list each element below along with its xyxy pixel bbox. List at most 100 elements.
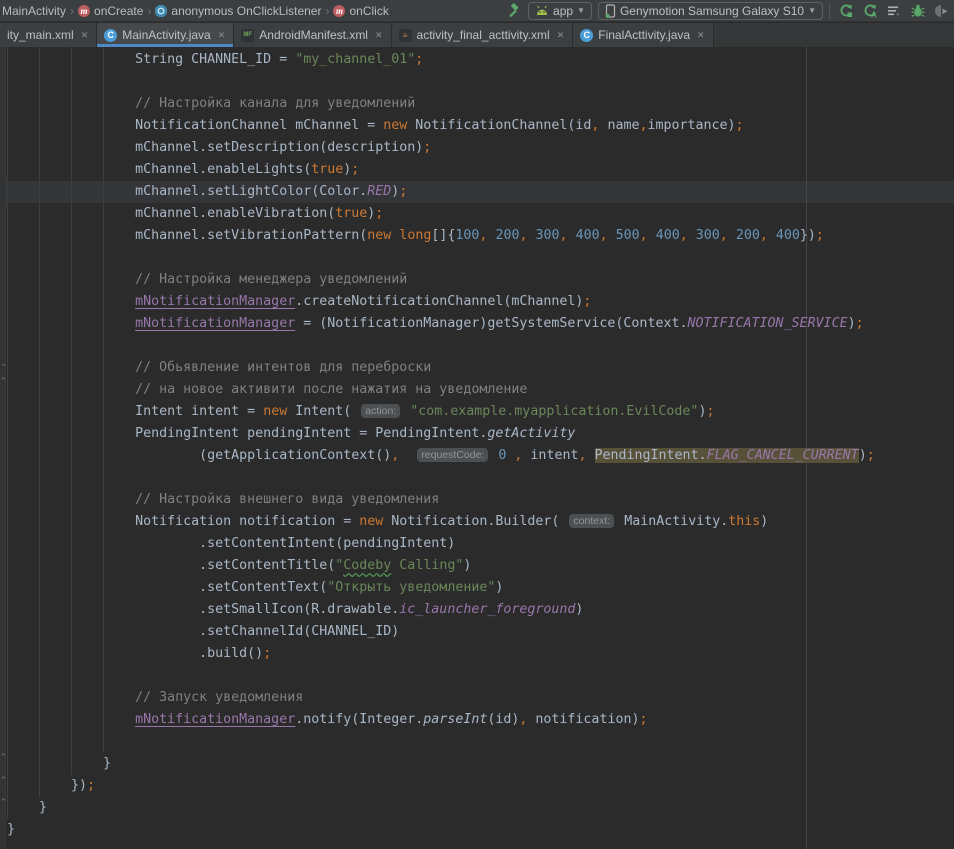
tab-ity-main-xml[interactable]: ity_main.xml ✕ bbox=[0, 23, 97, 47]
close-tab-icon[interactable]: ✕ bbox=[557, 30, 565, 41]
fold-marker[interactable]: ⌄ bbox=[0, 359, 8, 368]
code-line: String CHANNEL_ID = "my_channel_01"; bbox=[7, 49, 875, 71]
code-line bbox=[7, 335, 875, 357]
phone-icon bbox=[605, 4, 616, 18]
tab-mainactivity-java[interactable]: C MainActivity.java ✕ bbox=[97, 23, 234, 47]
breadcrumb-separator-icon: › bbox=[325, 4, 329, 18]
breadcrumb-separator-icon: › bbox=[147, 4, 151, 18]
run-action-buttons: A bbox=[836, 1, 952, 21]
code-line bbox=[7, 71, 875, 93]
tab-finalacttivity-java[interactable]: C FinalActtivity.java ✕ bbox=[573, 23, 713, 47]
layout-xml-icon: ≡ bbox=[399, 29, 412, 42]
profile-icon bbox=[934, 3, 950, 19]
breadcrumb-item[interactable]: anonymous OnClickListener bbox=[155, 4, 321, 18]
code-line: .setContentTitle("Codeby Calling") bbox=[7, 555, 875, 577]
breadcrumb-label: anonymous OnClickListener bbox=[171, 4, 321, 18]
android-icon bbox=[535, 5, 549, 17]
code-line: } bbox=[7, 819, 875, 841]
editor-gutter: ⌄ ⌃ ⌃ ⌃ ⌃ bbox=[0, 47, 6, 849]
breadcrumb-item[interactable]: m onClick bbox=[333, 4, 388, 18]
code-line: PendingIntent pendingIntent = PendingInt… bbox=[7, 423, 875, 445]
tab-label: AndroidManifest.xml bbox=[259, 28, 368, 42]
tab-activity-final-acttivity-xml[interactable]: ≡ activity_final_acttivity.xml ✕ bbox=[392, 23, 574, 47]
hammer-icon bbox=[504, 3, 520, 19]
code-line: mChannel.setLightColor(Color.RED); bbox=[7, 181, 875, 203]
toolbar-separator bbox=[829, 3, 830, 19]
run-configuration-select[interactable]: app ▼ bbox=[528, 2, 592, 20]
code-area: String CHANNEL_ID = "my_channel_01"; // … bbox=[7, 49, 875, 841]
code-line: mChannel.setVibrationPattern(new long[]{… bbox=[7, 225, 875, 247]
code-line: mChannel.enableVibration(true); bbox=[7, 203, 875, 225]
navigation-toolbar: MainActivity › m onCreate › anonymous OnClick… bbox=[0, 0, 954, 22]
code-line: } bbox=[7, 797, 875, 819]
apply-code-changes-icon: A bbox=[862, 3, 878, 19]
manifest-file-icon: MF bbox=[241, 29, 254, 42]
close-tab-icon[interactable]: ✕ bbox=[697, 30, 705, 41]
code-line: mNotificationManager = (NotificationMana… bbox=[7, 313, 875, 335]
debug-button[interactable] bbox=[908, 1, 928, 21]
close-tab-icon[interactable]: ✕ bbox=[218, 30, 226, 41]
tab-label: activity_final_acttivity.xml bbox=[417, 28, 550, 42]
code-line bbox=[7, 665, 875, 687]
debug-icon bbox=[910, 3, 926, 19]
fold-marker[interactable]: ⌃ bbox=[0, 753, 8, 762]
device-select[interactable]: Genymotion Samsung Galaxy S10 ▼ bbox=[598, 2, 823, 20]
code-line: // Настройка канала для уведомлений bbox=[7, 93, 875, 115]
code-line: (getApplicationContext(), requestCode: 0… bbox=[7, 445, 875, 467]
profile-button[interactable] bbox=[932, 1, 952, 21]
code-line: .setContentIntent(pendingIntent) bbox=[7, 533, 875, 555]
chevron-down-icon: ▼ bbox=[808, 6, 816, 15]
code-line: .setSmallIcon(R.drawable.ic_launcher_for… bbox=[7, 599, 875, 621]
tab-label: MainActivity.java bbox=[122, 28, 210, 42]
apply-code-changes-button[interactable]: A bbox=[860, 1, 880, 21]
fold-marker[interactable]: ⌃ bbox=[0, 377, 8, 386]
run-toolbar: app ▼ Genymotion Samsung Galaxy S10 ▼ A bbox=[502, 1, 954, 21]
device-label: Genymotion Samsung Galaxy S10 bbox=[620, 4, 804, 18]
code-line: } bbox=[7, 753, 875, 775]
code-editor[interactable]: String CHANNEL_ID = "my_channel_01"; // … bbox=[0, 47, 954, 849]
breadcrumb-label: onClick bbox=[349, 4, 388, 18]
code-line: Notification notification = new Notifica… bbox=[7, 511, 875, 533]
breadcrumb-item[interactable]: MainActivity bbox=[2, 4, 66, 18]
code-line: mChannel.enableLights(true); bbox=[7, 159, 875, 181]
chevron-down-icon: ▼ bbox=[577, 6, 585, 15]
build-hammer-button[interactable] bbox=[502, 1, 522, 21]
breadcrumb-label: MainActivity bbox=[2, 4, 66, 18]
code-line: .setChannelId(CHANNEL_ID) bbox=[7, 621, 875, 643]
editor-tab-bar: ity_main.xml ✕ C MainActivity.java ✕ MF Androi… bbox=[0, 23, 954, 47]
code-line: .build(); bbox=[7, 643, 875, 665]
code-line: // Настройка внешнего вида уведомления bbox=[7, 489, 875, 511]
svg-text:A: A bbox=[871, 10, 877, 19]
breadcrumb: MainActivity › m onCreate › anonymous OnClick… bbox=[0, 0, 389, 22]
apply-changes-restart-button[interactable] bbox=[836, 1, 856, 21]
method-icon: m bbox=[333, 5, 345, 17]
code-line: NotificationChannel mChannel = new Notif… bbox=[7, 115, 875, 137]
breadcrumb-item[interactable]: m onCreate bbox=[78, 4, 143, 18]
code-line: mNotificationManager.createNotificationC… bbox=[7, 291, 875, 313]
run-configurations-button[interactable] bbox=[884, 1, 904, 21]
tab-label: ity_main.xml bbox=[7, 28, 74, 42]
fold-marker[interactable]: ⌃ bbox=[0, 776, 8, 785]
fold-marker[interactable]: ⌃ bbox=[0, 798, 8, 807]
tab-androidmanifest-xml[interactable]: MF AndroidManifest.xml ✕ bbox=[234, 23, 391, 47]
java-class-icon: C bbox=[580, 29, 593, 42]
tab-label: FinalActtivity.java bbox=[598, 28, 690, 42]
code-line bbox=[7, 247, 875, 269]
code-line: mChannel.setDescription(description); bbox=[7, 137, 875, 159]
code-line: // Запуск уведомления bbox=[7, 687, 875, 709]
run-configurations-icon bbox=[886, 3, 902, 19]
close-tab-icon[interactable]: ✕ bbox=[375, 30, 383, 41]
code-line: mNotificationManager.notify(Integer.pars… bbox=[7, 709, 875, 731]
method-icon: m bbox=[78, 5, 90, 17]
close-tab-icon[interactable]: ✕ bbox=[81, 30, 89, 41]
java-class-icon: C bbox=[104, 29, 117, 42]
breadcrumb-label: onCreate bbox=[94, 4, 143, 18]
code-line bbox=[7, 467, 875, 489]
code-line: }); bbox=[7, 775, 875, 797]
code-line bbox=[7, 731, 875, 753]
apply-changes-restart-icon bbox=[838, 3, 854, 19]
anonymous-class-icon bbox=[155, 5, 167, 17]
breadcrumb-separator-icon: › bbox=[70, 4, 74, 18]
code-line: // на новое активити после нажатия на ув… bbox=[7, 379, 875, 401]
code-line: .setContentText("Открыть уведомление") bbox=[7, 577, 875, 599]
